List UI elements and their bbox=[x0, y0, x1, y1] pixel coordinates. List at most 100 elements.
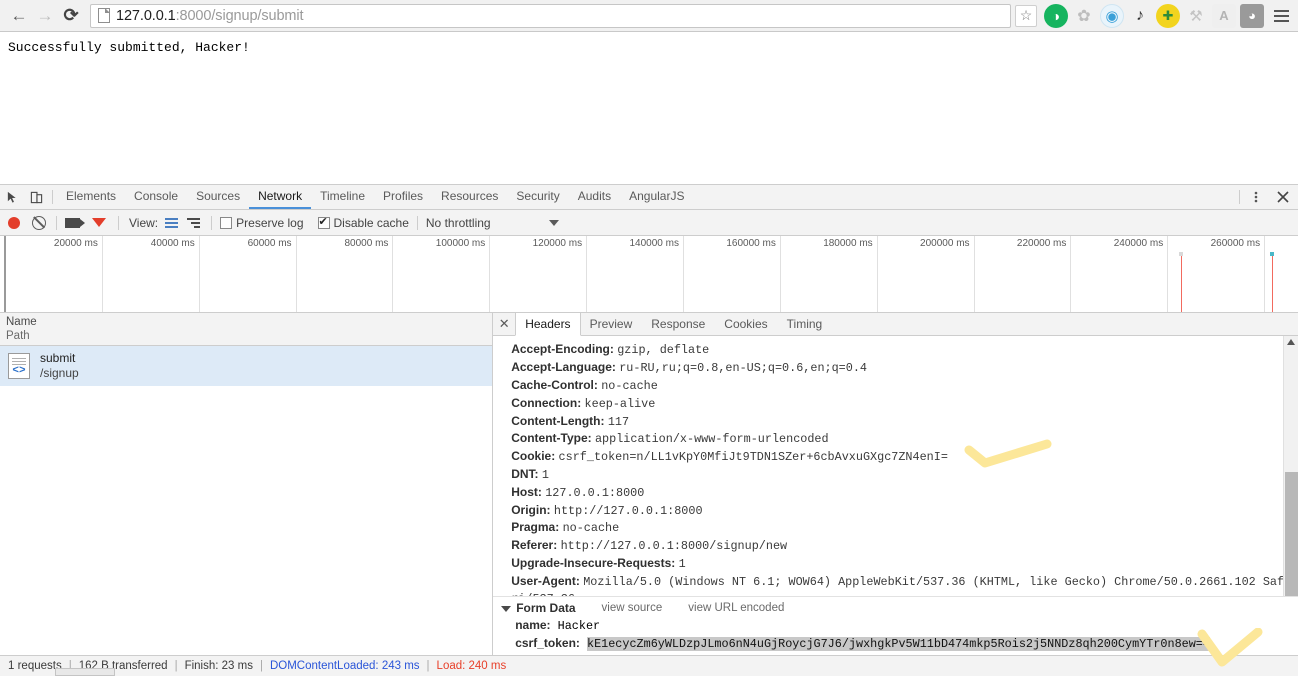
timeline-divider bbox=[198, 236, 200, 313]
view-url-encoded-link[interactable]: view URL encoded bbox=[688, 600, 784, 617]
capture-screenshots-icon[interactable] bbox=[65, 217, 85, 228]
forward-button[interactable]: → bbox=[32, 3, 58, 29]
form-field-value[interactable]: Hacker bbox=[558, 619, 600, 633]
header-value[interactable]: 1 bbox=[542, 468, 549, 482]
adguard-extension-icon[interactable]: ◑ bbox=[1044, 3, 1068, 28]
toolbar-divider-5 bbox=[416, 215, 418, 230]
preserve-log-checkbox[interactable]: Preserve log bbox=[220, 216, 304, 230]
tab-resources[interactable]: Resources bbox=[432, 185, 507, 209]
timeline-divider bbox=[1264, 236, 1266, 313]
header-value[interactable]: http://127.0.0.1:8000/signup/new bbox=[561, 539, 788, 553]
header-value[interactable]: 127.0.0.1:8000 bbox=[545, 486, 644, 500]
back-button[interactable]: ← bbox=[6, 3, 32, 29]
header-row: User-Agent: Mozilla/5.0 (Windows NT 6.1;… bbox=[511, 573, 1298, 596]
scrollbar-thumb[interactable] bbox=[1285, 472, 1298, 596]
tabbar-right-divider bbox=[1239, 190, 1240, 205]
header-value[interactable]: Mozilla/5.0 (Windows NT 6.1; WOW64) Appl… bbox=[511, 575, 1291, 596]
toolbar-divider bbox=[52, 190, 53, 205]
domcontentloaded-marker bbox=[1272, 252, 1274, 313]
header-value[interactable]: keep-alive bbox=[585, 397, 656, 411]
music-note-extension-icon[interactable]: ♪ bbox=[1128, 4, 1152, 28]
tab-profiles[interactable]: Profiles bbox=[374, 185, 432, 209]
timeline-tick-label: 220000 ms bbox=[1016, 238, 1067, 250]
tab-timeline[interactable]: Timeline bbox=[311, 185, 374, 209]
record-button[interactable] bbox=[8, 216, 20, 229]
url-host: 127.0.0.1 bbox=[116, 7, 176, 24]
preserve-log-box[interactable] bbox=[220, 216, 233, 229]
page-info-icon[interactable] bbox=[98, 8, 110, 23]
header-row: Content-Length: 117 bbox=[511, 413, 1298, 431]
view-source-link[interactable]: view source bbox=[602, 600, 663, 617]
view-list-icon[interactable] bbox=[165, 217, 179, 228]
tab-cookies[interactable]: Cookies bbox=[715, 313, 777, 335]
angular-extension-icon[interactable]: A bbox=[1212, 3, 1236, 28]
chevron-down-icon[interactable] bbox=[548, 219, 559, 226]
header-value[interactable]: csrf_token=n/LL1vKpY0MfiJt9TDN1SZer+6cbA… bbox=[559, 450, 948, 464]
tools-extension-icon[interactable]: ⚒ bbox=[1184, 4, 1208, 28]
header-value[interactable]: application/x-www-form-urlencoded bbox=[595, 432, 829, 446]
tab-angularjs[interactable]: AngularJS bbox=[620, 185, 693, 209]
form-field-key: csrf_token: bbox=[515, 636, 580, 650]
shield-extension-icon[interactable]: ◕ bbox=[1240, 3, 1264, 28]
form-data-header[interactable]: Form Data view source view URL encoded bbox=[501, 600, 1298, 617]
header-value[interactable]: no-cache bbox=[601, 379, 658, 393]
column-header-path[interactable]: Path bbox=[6, 329, 492, 343]
disable-cache-box[interactable] bbox=[317, 215, 330, 229]
header-row: Upgrade-Insecure-Requests: 1 bbox=[511, 555, 1298, 573]
header-value[interactable]: http://127.0.0.1:8000 bbox=[554, 504, 703, 518]
tab-elements[interactable]: Elements bbox=[57, 185, 125, 209]
header-value[interactable]: no-cache bbox=[563, 521, 620, 535]
form-field-value[interactable]: kE1ecycZm6yWLDzpJLmo6nN4uGjRoycjG7J6/jwx… bbox=[586, 637, 1210, 651]
headers-list: Accept-Encoding: gzip, deflate Accept-Lan… bbox=[493, 336, 1298, 596]
hamburger-menu-icon[interactable] bbox=[1270, 4, 1292, 28]
header-name: User-Agent: bbox=[511, 573, 584, 588]
header-name: Connection: bbox=[511, 395, 585, 410]
header-value[interactable]: ru-RU,ru;q=0.8,en-US;q=0.6,en;q=0.4 bbox=[619, 361, 867, 375]
tab-network[interactable]: Network bbox=[249, 185, 312, 210]
request-row-text: submit /signup bbox=[40, 351, 79, 381]
table-row[interactable]: <> submit /signup bbox=[0, 346, 493, 387]
filter-icon[interactable] bbox=[92, 218, 106, 242]
tab-security[interactable]: Security bbox=[507, 185, 568, 209]
column-header-name[interactable]: Name bbox=[6, 315, 492, 329]
close-detail-icon[interactable]: ✕ bbox=[493, 313, 515, 335]
header-name: Accept-Language: bbox=[511, 360, 620, 375]
headers-scrollbar[interactable] bbox=[1283, 336, 1298, 596]
view-waterfall-icon[interactable] bbox=[187, 217, 201, 228]
tab-response[interactable]: Response bbox=[642, 313, 715, 335]
view-label: View: bbox=[129, 215, 159, 230]
reload-button[interactable]: ⟳ bbox=[58, 3, 84, 29]
clear-button[interactable] bbox=[32, 215, 46, 230]
disable-cache-checkbox[interactable]: Disable cache bbox=[317, 215, 409, 230]
network-timeline-overview[interactable]: 20000 ms 40000 ms 60000 ms 80000 ms 100000 m… bbox=[0, 236, 1298, 314]
close-devtools-icon[interactable] bbox=[1268, 185, 1298, 209]
inspect-element-icon[interactable] bbox=[0, 185, 24, 209]
disable-cache-label: Disable cache bbox=[333, 215, 409, 230]
tab-preview[interactable]: Preview bbox=[581, 313, 643, 335]
paw-extension-icon[interactable]: ✿ bbox=[1072, 4, 1096, 28]
request-list-pane: Name Path <> submit /signup bbox=[0, 313, 494, 655]
kebab-menu-icon[interactable] bbox=[1244, 185, 1268, 209]
timeline-tick-label: 140000 ms bbox=[629, 238, 679, 250]
timeline-divider bbox=[876, 236, 878, 313]
timeline-ruler: 20000 ms 40000 ms 60000 ms 80000 ms 100000 m… bbox=[0, 236, 1298, 313]
scrollbar-up-arrow-icon[interactable] bbox=[1287, 339, 1295, 346]
disc-extension-icon[interactable]: ◉ bbox=[1100, 3, 1124, 28]
throttling-dropdown[interactable]: No throttling bbox=[426, 216, 559, 230]
tab-headers[interactable]: Headers bbox=[515, 313, 581, 337]
header-value[interactable]: gzip, deflate bbox=[617, 343, 709, 357]
address-bar[interactable]: 127.0.0.1:8000/signup/submit bbox=[90, 3, 1011, 28]
tab-console[interactable]: Console bbox=[125, 185, 187, 209]
header-value[interactable]: 1 bbox=[679, 557, 686, 571]
plus-circle-extension-icon[interactable]: ✚ bbox=[1156, 3, 1180, 28]
request-list-header: Name Path bbox=[0, 313, 493, 347]
form-field-name: name: Hacker bbox=[501, 617, 1298, 635]
header-name: Host: bbox=[511, 484, 546, 499]
bookmark-star-icon[interactable]: ☆ bbox=[1015, 4, 1037, 27]
tab-sources[interactable]: Sources bbox=[187, 185, 249, 209]
tab-timing[interactable]: Timing bbox=[778, 313, 833, 335]
triangle-down-icon[interactable] bbox=[501, 605, 512, 612]
header-value[interactable]: 117 bbox=[608, 415, 629, 429]
toggle-device-toolbar-icon[interactable] bbox=[24, 185, 48, 209]
tab-audits[interactable]: Audits bbox=[569, 185, 620, 209]
